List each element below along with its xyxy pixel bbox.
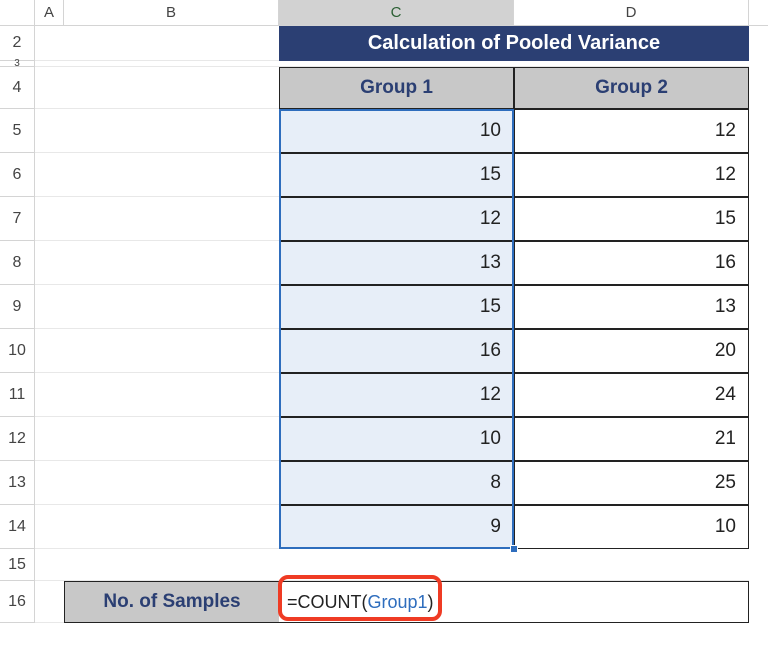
formula-ref: Group1 [368,592,428,613]
cell-D8[interactable]: 16 [514,241,749,285]
cell-D12[interactable]: 21 [514,417,749,461]
row-header-2[interactable]: 2 [0,26,35,61]
col-header-C[interactable]: C [279,0,514,25]
cell-D9[interactable]: 13 [514,285,749,329]
cell-D13[interactable]: 25 [514,461,749,505]
cell-A5[interactable] [35,109,64,153]
col-header-A[interactable]: A [35,0,64,25]
select-all-corner[interactable] [0,0,35,25]
cell-A9[interactable] [35,285,64,329]
cell-B9[interactable] [64,285,279,329]
samples-label[interactable]: No. of Samples [64,581,279,623]
row-header-8[interactable]: 8 [0,241,35,285]
cell-A8[interactable] [35,241,64,285]
cell-A4[interactable] [35,67,64,109]
cell-C12[interactable]: 10 [279,417,514,461]
cell-B15[interactable] [64,549,279,581]
cell-B5[interactable] [64,109,279,153]
cell-A11[interactable] [35,373,64,417]
col-header-D[interactable]: D [514,0,749,25]
row-header-9[interactable]: 9 [0,285,35,329]
col-header-B[interactable]: B [64,0,279,25]
cell-D10[interactable]: 20 [514,329,749,373]
row-header-11[interactable]: 11 [0,373,35,417]
cell-D7[interactable]: 15 [514,197,749,241]
cell-B11[interactable] [64,373,279,417]
row-header-14[interactable]: 14 [0,505,35,549]
cell-A6[interactable] [35,153,64,197]
row-header-6[interactable]: 6 [0,153,35,197]
formula-suffix: ) [428,592,434,613]
formula-prefix: =COUNT( [287,592,368,613]
cell-A10[interactable] [35,329,64,373]
cell-B14[interactable] [64,505,279,549]
cell-C13[interactable]: 8 [279,461,514,505]
cell-D15[interactable] [514,549,749,581]
cell-B2[interactable] [64,26,279,61]
column-headers: A B C D [0,0,768,26]
cell-C8[interactable]: 13 [279,241,514,285]
row-header-15[interactable]: 15 [0,549,35,581]
row-header-7[interactable]: 7 [0,197,35,241]
cell-A15[interactable] [35,549,64,581]
cell-A13[interactable] [35,461,64,505]
cell-C15[interactable] [279,549,514,581]
cell-C10[interactable]: 16 [279,329,514,373]
cell-A12[interactable] [35,417,64,461]
spreadsheet-sheet[interactable]: A B C D 2 Calculation of Pooled Variance… [0,0,768,669]
row-header-5[interactable]: 5 [0,109,35,153]
header-group2[interactable]: Group 2 [514,67,749,109]
cell-D6[interactable]: 12 [514,153,749,197]
cell-A16[interactable] [35,581,64,623]
row-header-12[interactable]: 12 [0,417,35,461]
cell-C5[interactable]: 10 [279,109,514,153]
cell-D11[interactable]: 24 [514,373,749,417]
cell-A2[interactable] [35,26,64,61]
cell-D14[interactable]: 10 [514,505,749,549]
cell-C6[interactable]: 15 [279,153,514,197]
cell-C14[interactable]: 9 [279,505,514,549]
cell-B4[interactable] [64,67,279,109]
cell-B8[interactable] [64,241,279,285]
cell-B7[interactable] [64,197,279,241]
formula-cell-C16[interactable]: =COUNT(Group1) [279,581,749,623]
row-header-4[interactable]: 4 [0,67,35,109]
row-header-10[interactable]: 10 [0,329,35,373]
cell-C7[interactable]: 12 [279,197,514,241]
row-header-13[interactable]: 13 [0,461,35,505]
cell-B12[interactable] [64,417,279,461]
title-cell[interactable]: Calculation of Pooled Variance [279,26,749,61]
cell-A14[interactable] [35,505,64,549]
cell-C9[interactable]: 15 [279,285,514,329]
row-header-16[interactable]: 16 [0,581,35,623]
cell-A7[interactable] [35,197,64,241]
cell-B6[interactable] [64,153,279,197]
cell-D5[interactable]: 12 [514,109,749,153]
cell-B10[interactable] [64,329,279,373]
cell-B13[interactable] [64,461,279,505]
cell-C11[interactable]: 12 [279,373,514,417]
header-group1[interactable]: Group 1 [279,67,514,109]
